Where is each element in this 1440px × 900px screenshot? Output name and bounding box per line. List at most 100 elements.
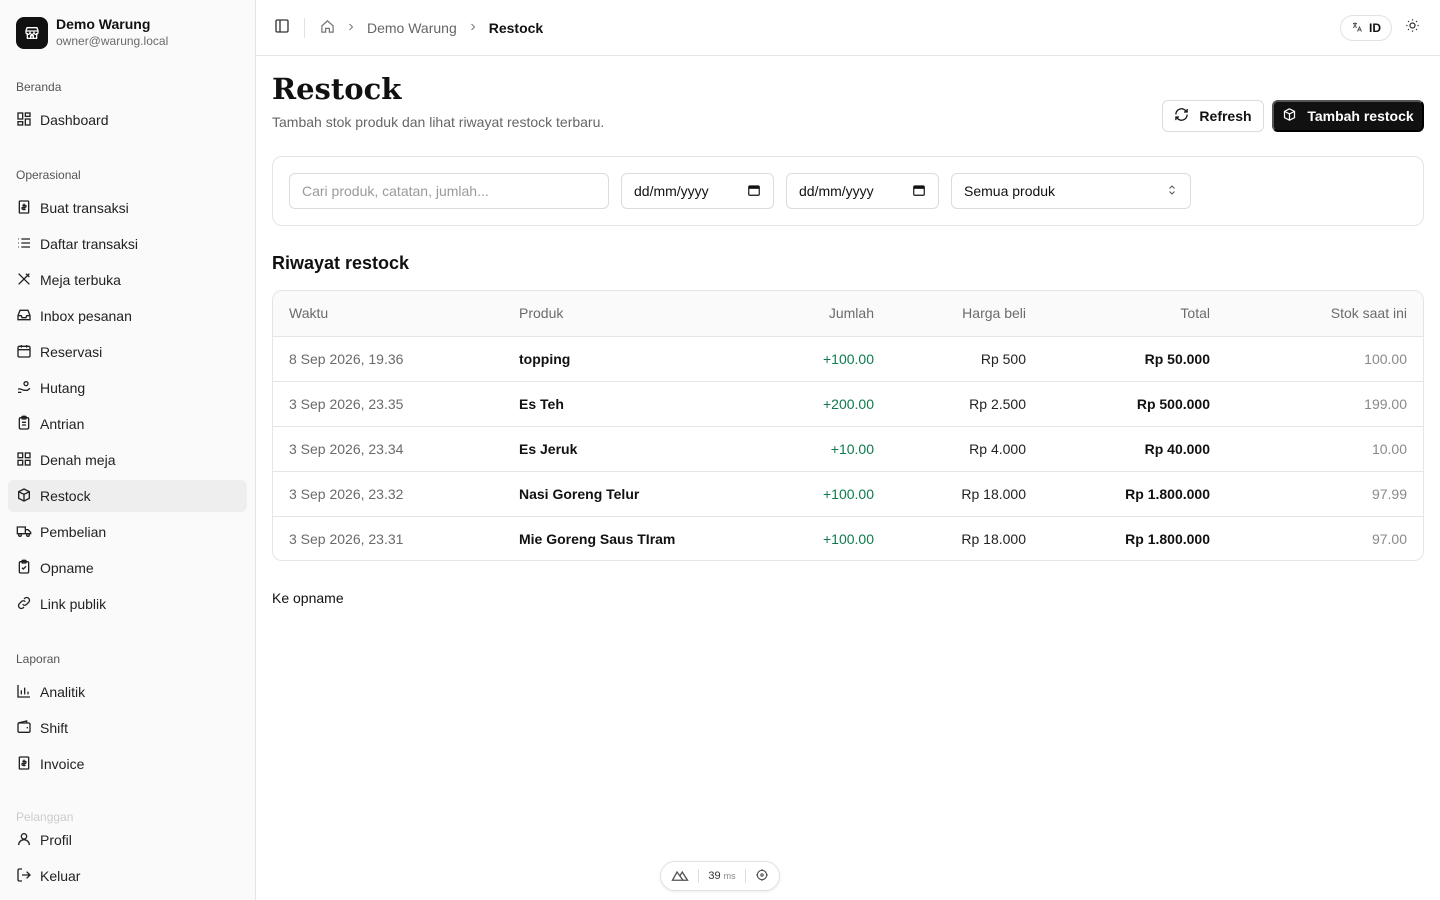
date-to-input[interactable]: dd/mm/yyyy	[786, 173, 939, 209]
product-select[interactable]: Semua produk	[951, 173, 1191, 209]
receipt-icon	[16, 755, 32, 774]
wallet-icon	[16, 719, 32, 738]
table-row[interactable]: 8 Sep 2026, 19.36 topping +100.00 Rp 500…	[273, 336, 1423, 382]
table-row[interactable]: 3 Sep 2026, 23.32 Nasi Goreng Telur +100…	[273, 471, 1423, 517]
sidebar-item-profil[interactable]: Profil	[8, 824, 247, 856]
home-icon[interactable]	[320, 19, 335, 37]
truck-icon	[16, 523, 32, 542]
sidebar-item-pembelian[interactable]: Pembelian	[8, 516, 247, 548]
sidebar-item-label: Inbox pesanan	[40, 308, 132, 324]
column-header: Produk	[503, 291, 733, 337]
add-restock-label: Tambah restock	[1307, 108, 1414, 124]
sidebar-item-reservasi[interactable]: Reservasi	[8, 336, 247, 368]
brand[interactable]: Demo Warung owner@warung.local	[16, 16, 168, 50]
refresh-button[interactable]: Refresh	[1162, 100, 1264, 132]
column-header: Jumlah	[733, 291, 890, 337]
table-row[interactable]: 3 Sep 2026, 23.34 Es Jeruk +10.00 Rp 4.0…	[273, 426, 1423, 472]
sidebar-item-opname[interactable]: Opname	[8, 552, 247, 584]
package-plus-icon	[16, 487, 32, 506]
restock-history-table: Waktu Produk Jumlah Harga beli Total Sto…	[272, 290, 1424, 561]
sidebar-item-link-publik[interactable]: Link publik	[8, 588, 247, 620]
sidebar-item-inbox-pesanan[interactable]: Inbox pesanan	[8, 300, 247, 332]
sidebar-item-analitik[interactable]: Analitik	[8, 676, 247, 708]
sidebar-item-label: Dashboard	[40, 112, 109, 128]
sidebar-item-hutang[interactable]: Hutang	[8, 372, 247, 404]
sidebar-item-antrian[interactable]: Antrian	[8, 408, 247, 440]
cell-total: Rp 50.000	[1042, 336, 1226, 382]
cell-product: Es Jeruk	[503, 426, 733, 472]
table-header-row: Waktu Produk Jumlah Harga beli Total Sto…	[273, 291, 1423, 337]
sidebar-item-label: Meja terbuka	[40, 272, 121, 288]
panel-left-icon	[274, 18, 290, 39]
calendar-icon[interactable]	[912, 183, 926, 200]
table-row[interactable]: 3 Sep 2026, 23.31 Mie Goreng Saus TIram …	[273, 516, 1423, 560]
date-from-input[interactable]: dd/mm/yyyy	[621, 173, 774, 209]
sidebar-item-label: Antrian	[40, 416, 85, 432]
sidebar-item-buat-transaksi[interactable]: Buat transaksi	[8, 192, 247, 224]
nuxt-logo-icon[interactable]	[671, 868, 689, 885]
breadcrumb-item-warung[interactable]: Demo Warung	[367, 20, 457, 36]
translate-icon	[1351, 21, 1363, 36]
cell-total: Rp 1.800.000	[1125, 530, 1210, 547]
cell-stock: 97.00	[1371, 530, 1407, 547]
dev-toolbar[interactable]: 39 ms	[660, 861, 780, 891]
sidebar-item-label: Analitik	[40, 684, 86, 700]
nav-group-pelanggan: Pelanggan	[16, 810, 74, 824]
chevron-right-icon	[467, 20, 479, 36]
page-subtitle: Tambah stok produk dan lihat riwayat res…	[272, 114, 605, 130]
table-row[interactable]: 3 Sep 2026, 23.35 Es Teh +200.00 Rp 2.50…	[273, 381, 1423, 427]
utensils-icon	[16, 271, 32, 290]
cell-time: 3 Sep 2026, 23.35	[273, 381, 503, 427]
sidebar-toggle-button[interactable]	[272, 18, 292, 38]
cell-product: Nasi Goreng Telur	[503, 471, 733, 517]
go-to-opname-link[interactable]: Ke opname	[272, 590, 344, 606]
product-select-value: Semua produk	[964, 183, 1056, 199]
bar-chart-icon	[16, 683, 32, 702]
column-header: Harga beli	[890, 291, 1042, 337]
language-button[interactable]: ID	[1340, 15, 1392, 41]
receipt-icon	[16, 199, 32, 218]
hand-coins-icon	[16, 379, 32, 398]
sidebar-item-label: Daftar transaksi	[40, 236, 139, 252]
calendar-icon[interactable]	[747, 183, 761, 200]
filter-card: Cari produk, catatan, jumlah... dd/mm/yy…	[272, 156, 1424, 226]
theme-toggle-button[interactable]	[1402, 18, 1422, 38]
cell-product: topping	[503, 336, 733, 382]
cell-price: Rp 2.500	[890, 381, 1042, 427]
sidebar-item-invoice[interactable]: Invoice	[8, 748, 247, 780]
store-icon	[16, 17, 48, 49]
brand-email: owner@warung.local	[56, 34, 169, 48]
cell-price: Rp 4.000	[890, 426, 1042, 472]
nav-group-laporan: Laporan	[16, 652, 61, 666]
date-from-value: dd/mm/yyyy	[634, 183, 709, 199]
cell-qty: +100.00	[733, 471, 890, 517]
nav-group-operasional: Operasional	[16, 168, 81, 182]
sidebar-item-daftar-transaksi[interactable]: Daftar transaksi	[8, 228, 247, 260]
render-time-value: 39	[708, 870, 721, 882]
clipboard-check-icon	[16, 559, 32, 578]
grid-icon	[16, 451, 32, 470]
nav-group-beranda: Beranda	[16, 80, 62, 94]
divider	[304, 18, 305, 38]
cell-stock: 97.99	[1226, 471, 1423, 517]
sidebar-item-restock[interactable]: Restock	[8, 480, 247, 512]
sidebar-item-label: Denah meja	[40, 452, 116, 468]
sidebar-item-meja-terbuka[interactable]: Meja terbuka	[8, 264, 247, 296]
add-restock-button[interactable]: Tambah restock	[1272, 100, 1424, 132]
search-input[interactable]: Cari produk, catatan, jumlah...	[289, 173, 609, 209]
crosshair-icon[interactable]	[755, 868, 769, 885]
date-to-value: dd/mm/yyyy	[799, 183, 874, 199]
sidebar-item-label: Buat transaksi	[40, 200, 129, 216]
sidebar-item-label: Hutang	[40, 380, 86, 396]
section-title: Riwayat restock	[272, 253, 410, 273]
cell-product: Es Teh	[503, 381, 733, 427]
sidebar-item-denah-meja[interactable]: Denah meja	[8, 444, 247, 476]
cell-price: Rp 500	[890, 336, 1042, 382]
sidebar-item-shift[interactable]: Shift	[8, 712, 247, 744]
sidebar-item-label: Keluar	[40, 868, 81, 884]
sidebar-item-dashboard[interactable]: Dashboard	[8, 104, 247, 136]
sidebar-item-keluar[interactable]: Keluar	[8, 860, 247, 892]
sidebar-item-label: Restock	[40, 488, 91, 504]
cell-stock: 100.00	[1226, 336, 1423, 382]
cell-time: 3 Sep 2026, 23.34	[273, 426, 503, 472]
